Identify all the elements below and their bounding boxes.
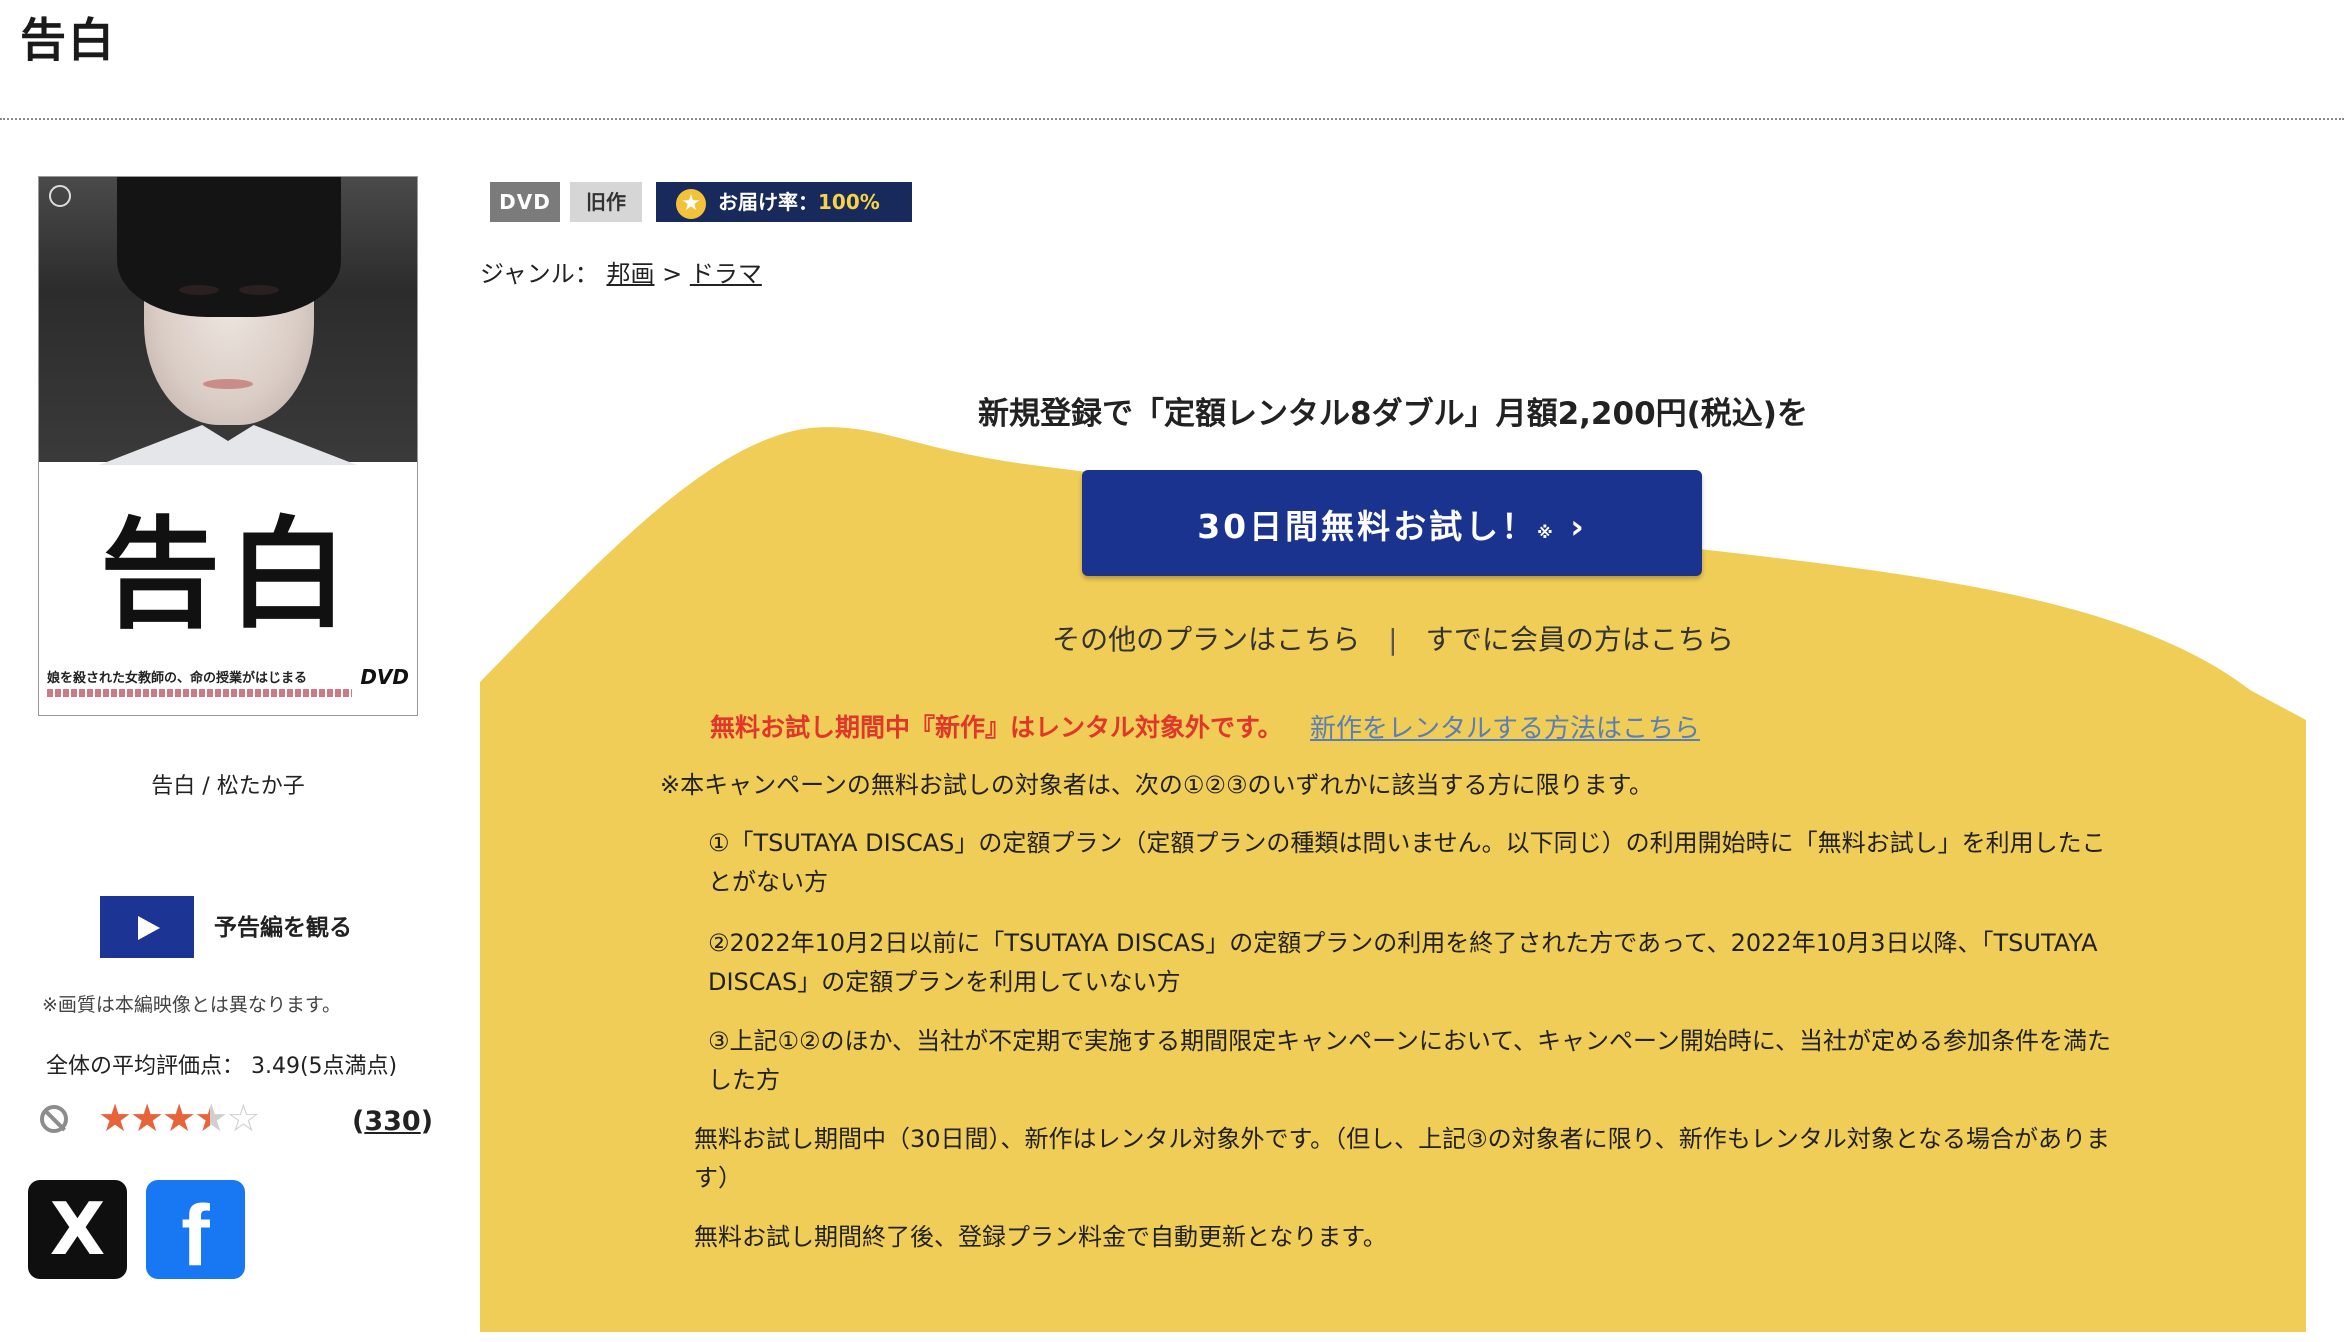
x-share-icon[interactable]: X [28,1180,127,1279]
condition-item: ①「TSUTAYA DISCAS」の定額プラン（定額プランの種類は問いません。以… [708,829,2106,896]
member-login-link[interactable]: すでに会員の方はこちら [1426,623,1734,656]
campaign-headline: 新規登録で「定額レンタル8ダブル」月額2,200円(税込)を [978,396,1808,432]
review-count-link[interactable]: 330 [364,1106,420,1137]
star-icon: ★ [676,188,706,219]
review-count[interactable]: (330) [352,1106,433,1137]
link-separator: | [1388,623,1398,656]
delivery-rate-value: 100% [818,190,880,214]
new-release-notice: 無料お試し期間中『新作』はレンタル対象外です。 [710,713,1283,742]
dvd-logo: DVD [360,665,409,689]
genre-label: ジャンル： [480,260,599,288]
auto-renew-note: 無料お試し期間終了後、登録プラン料金で自動更新となります。 [694,1223,1387,1251]
plan-links: その他のプランはこちら | すでに会員の方はこちら [480,618,2306,658]
condition-item: ③上記①②のほか、当社が不定期で実施する期間限定キャンペーンにおいて、キャンペー… [708,1027,2112,1094]
product-name: 告白 / 松たか子 [151,774,305,799]
release-badge: 旧作 [570,182,642,222]
empty-star-icon: ☆ [226,1096,260,1140]
half-star-icon: ★ [194,1096,228,1140]
star-icon: ★ [162,1096,196,1140]
star-icon: ★ [98,1096,132,1140]
chevron-right-icon: › [1570,507,1587,546]
cover-title: 告白 [100,504,356,645]
quality-note: ※画質は本編映像とは異なります。 [42,994,342,1016]
page-title: 告白 [20,13,116,67]
genre-link-drama[interactable]: ドラマ [690,260,762,288]
facebook-share-icon[interactable]: f [146,1180,245,1284]
cover-mark-icon [49,185,71,207]
free-trial-note-mark: ※ [1537,523,1556,542]
trailer-label[interactable]: 予告編を観る [214,908,352,942]
campaign-target-text: ※本キャンペーンの無料お試しの対象者は、次の①②③のいずれかに該当する方に限りま… [660,771,1654,799]
format-badge: DVD [490,182,560,222]
cover-photo [39,177,417,465]
star-icon: ★ [130,1096,164,1140]
delivery-rate-badge: ★ お届け率：100% [656,182,912,222]
dvd-cover-image[interactable]: 告白 娘を殺された女教師の、命の授業がはじまる DVD [38,176,418,716]
play-icon [138,916,160,940]
free-trial-button[interactable]: 30日間無料お試し！※ › [1082,470,1702,576]
genre-link-houga[interactable]: 邦画 [606,260,654,288]
genre-separator: > [662,260,683,288]
free-trial-label: 30日間無料お試し！ [1197,507,1538,546]
new-release-rental-link[interactable]: 新作をレンタルする方法はこちら [1310,708,1700,745]
rating-stars: ★★★★☆ [98,1096,260,1140]
other-plans-link[interactable]: その他のプランはこちら [1052,623,1360,656]
trial-note: 無料お試し期間中（30日間）、新作はレンタル対象外です。（但し、上記③の対象者に… [694,1125,2110,1192]
average-rating-label: 全体の平均評価点： 3.49(5点満点) [46,1054,398,1079]
header-divider [0,118,2344,120]
genre-breadcrumb: ジャンル： 邦画 > ドラマ [480,254,762,289]
prohibited-icon[interactable] [40,1105,68,1133]
trailer-play-button[interactable] [100,896,194,958]
condition-item: ②2022年10月2日以前に「TSUTAYA DISCAS」の定額プランの利用を… [708,929,2098,996]
delivery-rate-label: お届け率： [718,190,818,214]
cover-caption: 娘を殺された女教師の、命の授業がはじまる [47,671,308,686]
